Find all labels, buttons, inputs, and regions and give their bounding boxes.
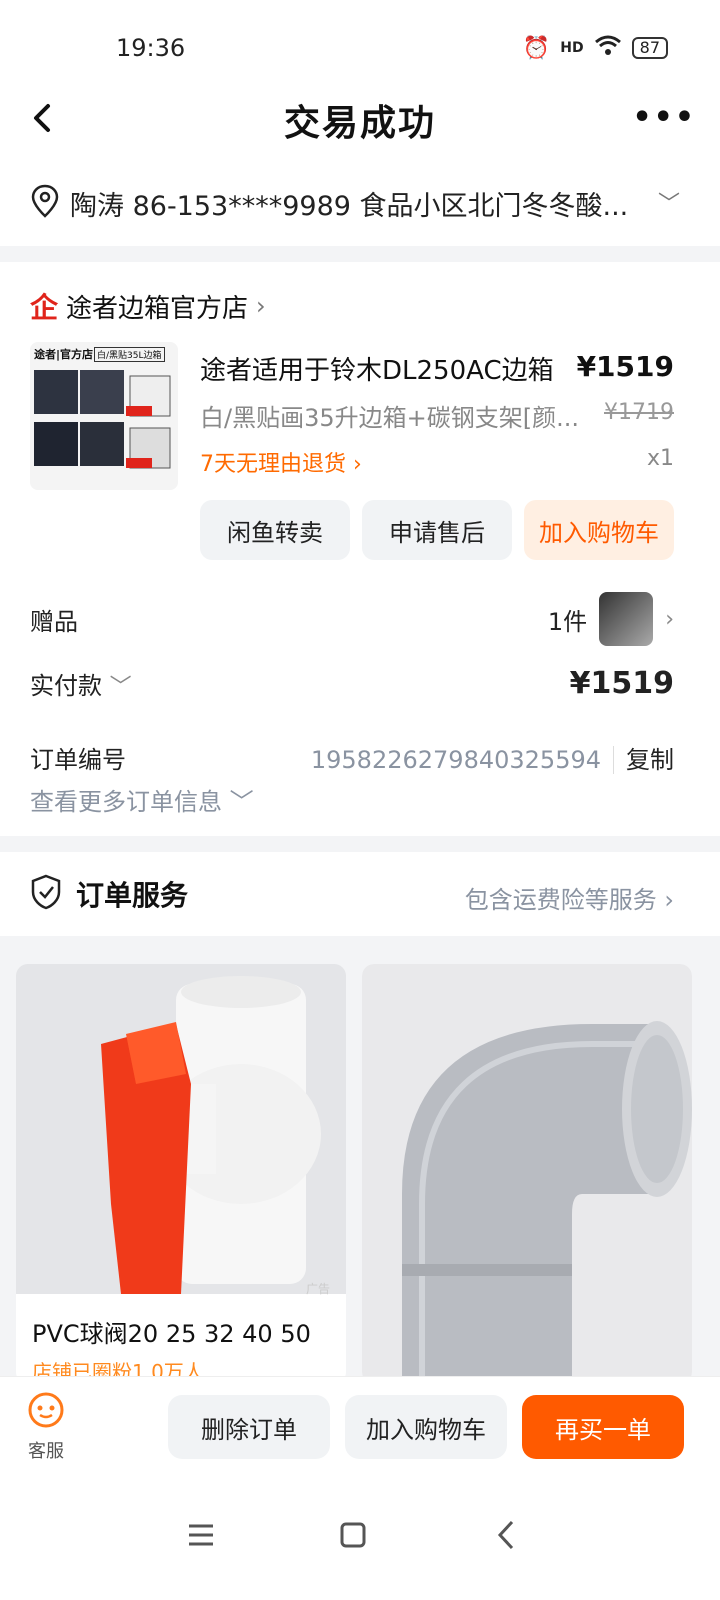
recommendation-card[interactable]: 广告 PVC球阀20 25 32 40 50 店铺已圈粉1.0万人 <box>16 964 346 1384</box>
gift-count: 1件 <box>547 607 588 636</box>
return-policy[interactable]: 7天无理由退货 › <box>200 446 362 478</box>
chevron-down-icon: ﹀ <box>229 788 254 816</box>
back-nav-icon[interactable] <box>482 1510 532 1560</box>
ad-label: 广告 <box>305 1282 330 1296</box>
chevron-right-icon: › <box>665 606 674 632</box>
chevron-right-icon: › <box>664 886 674 914</box>
order-card: 企 途者边箱官方店 › 途者|官方店 白/黑贴35L边箱 途者适用于铃木DL25… <box>0 262 720 836</box>
address-text: 陶涛 86-153****9989 食品小区北门冬冬酸... <box>70 190 629 222</box>
wifi-icon <box>594 34 622 62</box>
store-row[interactable]: 企 途者边箱官方店 › <box>30 286 266 326</box>
return-policy-text: 7天无理由退货 <box>200 452 346 477</box>
order-number-row: 订单编号 1958226279840325594 复制 <box>30 740 674 775</box>
page-title: 交易成功 <box>283 103 436 144</box>
status-icons: ⏰ HD 87 <box>523 34 668 62</box>
bottom-action-bar: 客服 删除订单 加入购物车 再买一单 <box>0 1376 720 1480</box>
more-icon[interactable]: ••• <box>632 100 696 135</box>
more-order-info-label: 查看更多订单信息 <box>30 788 222 816</box>
service-desc: 包含运费险等服务 <box>464 886 657 914</box>
gift-image <box>599 592 654 646</box>
copy-button[interactable]: 复制 <box>613 746 674 774</box>
system-navigation-bar <box>0 1480 720 1600</box>
menu-icon[interactable] <box>176 1510 226 1560</box>
location-pin-icon <box>30 184 60 222</box>
chevron-right-icon: › <box>256 292 266 320</box>
battery-icon: 87 <box>631 37 668 59</box>
service-link[interactable]: 包含运费险等服务 › <box>465 880 674 915</box>
payment-label: 实付款 <box>30 672 102 700</box>
chevron-down-icon[interactable]: ﹀ <box>658 186 680 218</box>
recommendation-card[interactable] <box>362 964 692 1384</box>
chevron-right-icon: › <box>353 452 362 477</box>
product-price: ¥1519 <box>576 350 674 383</box>
customer-service-button[interactable]: 客服 <box>26 1391 66 1463</box>
paid-amount: ¥1519 <box>569 666 674 701</box>
customer-service-icon <box>27 1391 65 1433</box>
buy-again-button[interactable]: 再买一单 <box>522 1395 684 1459</box>
delete-order-button[interactable]: 删除订单 <box>168 1395 330 1459</box>
add-to-cart-bottom-button[interactable]: 加入购物车 <box>345 1395 507 1459</box>
product-image[interactable]: 途者|官方店 白/黑贴35L边箱 <box>30 342 178 490</box>
service-title: 订单服务 <box>76 879 189 912</box>
chevron-down-icon: ﹀ <box>109 675 132 700</box>
add-to-cart-button[interactable]: 加入购物车 <box>524 500 674 560</box>
home-icon[interactable] <box>328 1510 378 1560</box>
gift-info: 1件 › <box>548 592 674 646</box>
order-number: 1958226279840325594 <box>310 746 601 774</box>
signal-icon: HD <box>560 40 584 56</box>
status-time: 19:36 <box>116 34 186 62</box>
product-quantity: x1 <box>646 446 674 471</box>
nav-bar: 交易成功 ••• <box>0 80 720 160</box>
recommendation-title: PVC球阀20 25 32 40 50 <box>32 1320 311 1348</box>
address-row[interactable]: 陶涛 86-153****9989 食品小区北门冬冬酸... ﹀ <box>0 160 720 246</box>
product-image <box>16 964 346 1294</box>
shield-icon <box>30 874 62 914</box>
store-logo-icon: 企 <box>30 291 59 324</box>
gift-label: 赠品 <box>30 607 78 636</box>
order-service-row[interactable]: 订单服务 包含运费险等服务 › <box>0 852 720 936</box>
order-number-label: 订单编号 <box>30 746 126 774</box>
product-image-header: 途者|官方店 <box>34 348 94 361</box>
product-image <box>362 964 692 1384</box>
order-number-group: 1958226279840325594 复制 <box>311 740 674 775</box>
store-name: 途者边箱官方店 <box>66 293 249 324</box>
resell-button[interactable]: 闲鱼转卖 <box>200 500 350 560</box>
product-spec[interactable]: 白/黑贴画35升边箱+碳钢支架[颜... <box>200 398 600 433</box>
product-actions: 闲鱼转卖 申请售后 加入购物车 <box>200 500 674 560</box>
more-order-info[interactable]: 查看更多订单信息 ﹀ <box>30 782 254 817</box>
gift-row[interactable]: 赠品 1件 › <box>30 592 674 646</box>
after-sale-button[interactable]: 申请售后 <box>362 500 512 560</box>
customer-service-label: 客服 <box>28 1441 64 1462</box>
product-title[interactable]: 途者适用于铃木DL250AC边箱 <box>200 350 554 387</box>
payment-label-group[interactable]: 实付款 ﹀ <box>30 666 132 701</box>
alarm-icon: ⏰ <box>522 35 551 61</box>
payment-row: 实付款 ﹀ ¥1519 <box>30 666 674 701</box>
product-image-tag: 白/黑贴35L边箱 <box>94 347 165 362</box>
original-price: ¥1719 <box>604 400 674 425</box>
